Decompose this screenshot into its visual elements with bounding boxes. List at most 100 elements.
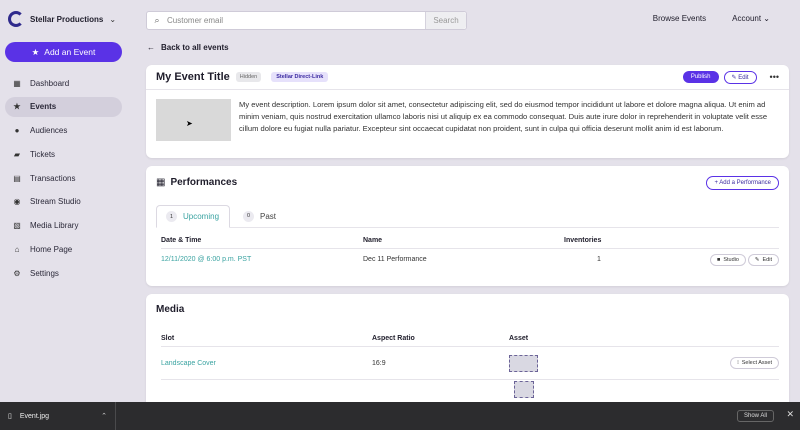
performance-name: Dec 11 Performance [363,256,427,264]
studio-button[interactable]: ■ Studio [710,253,746,266]
back-link[interactable]: ← Back to all events [147,43,229,52]
more-options-icon[interactable]: ••• [770,72,779,82]
performances-card: ▦ Performances + Add a Performance 1 Upco… [146,166,789,286]
add-event-label: Add an Event [44,47,96,57]
download-item[interactable]: ▯ Event.jpg ⌃ [0,402,116,430]
sidebar-item-label: Settings [30,268,59,278]
cursor-icon: ➤ [186,119,193,128]
sidebar-item-stream-studio[interactable]: ◉ Stream Studio [5,192,122,212]
event-body: ➤ My event description. Lorem ipsum dolo… [146,90,789,150]
sidebar-item-label: Home Page [30,245,73,255]
select-asset-button[interactable]: ⁞ Select Asset [730,357,779,369]
direct-link-badge[interactable]: Stellar Direct-Link [271,72,329,82]
sidebar-item-audiences[interactable]: ● Audiences [5,121,122,141]
gear-icon: ⚙ [13,268,21,278]
sidebar-item-events[interactable]: ★ Events [5,96,122,117]
star-icon: ★ [13,102,21,112]
publish-button[interactable]: Publish [682,71,719,83]
close-icon[interactable]: ✕ [786,409,794,420]
event-title: My Event Title [156,71,230,83]
sidebar-item-label: Dashboard [30,78,70,88]
event-actions: Publish ✎ Edit ••• [682,70,779,84]
video-icon: ■ [717,256,721,263]
add-performance-button[interactable]: + Add a Performance [706,175,779,190]
column-header-name: Name [363,237,383,244]
performances-table: Date & Time Name Inventories 12/11/2020 … [161,233,779,271]
hidden-badge: Hidden [235,72,262,82]
media-ratio: 16:9 [372,359,386,367]
table-header-row: Slot Aspect Ratio Asset [161,331,779,347]
column-header-ratio: Aspect Ratio [372,335,415,342]
back-label: Back to all events [161,43,229,52]
top-bar: Stellar Productions ⌄ ⌕ Search Browse Ev… [0,0,800,40]
performance-tabs: 1 Upcoming 0 Past [156,205,779,228]
account-label: Account [732,14,762,23]
org-switcher[interactable]: Stellar Productions ⌄ [8,11,116,27]
account-menu[interactable]: Account ⌄ [732,14,770,23]
media-header: Media [146,294,789,325]
browse-events-link[interactable]: Browse Events [653,14,706,23]
sidebar-item-label: Audiences [30,126,68,136]
media-table: Slot Aspect Ratio Asset Landscape Cover … [161,331,779,400]
column-header-actions [640,233,779,249]
edit-event-button[interactable]: ✎ Edit [723,70,757,84]
search-button[interactable]: Search [425,12,466,29]
event-image[interactable]: ➤ [156,99,231,141]
tab-count: 1 [166,211,177,222]
grid-icon: ⁞ [737,360,739,366]
table-row: Landscape Cover 16:9 ⁞ Select Asset [161,347,779,380]
sidebar-item-media-library[interactable]: ▧ Media Library [5,216,122,236]
media-icon: ▧ [13,221,21,231]
row-actions: ⁞ Select Asset [610,347,779,380]
arrow-left-icon: ← [147,43,155,52]
sidebar-item-dashboard[interactable]: ▦ Dashboard [5,73,122,93]
users-icon: ● [14,126,20,136]
org-name: Stellar Productions [30,14,104,24]
sidebar-item-label: Transactions [30,173,76,183]
performances-header: ▦ Performances + Add a Performance [146,166,789,199]
edit-label: Edit [762,256,772,263]
top-nav: Browse Events Account ⌄ [653,14,770,23]
tab-past[interactable]: 0 Past [234,205,286,227]
sidebar-item-label: Stream Studio [30,197,81,207]
search-bar: ⌕ Search [146,11,467,30]
asset-placeholder[interactable] [514,381,534,399]
table-row [161,380,779,400]
tab-label: Upcoming [183,212,220,221]
media-slot-link[interactable]: Landscape Cover [161,347,372,380]
sidebar-item-label: Media Library [30,221,79,231]
media-asset-cell [509,347,610,380]
performance-date-link[interactable]: 12/11/2020 @ 6:00 p.m. PST [161,249,363,271]
media-asset-cell [509,380,610,400]
media-card: Media Slot Aspect Ratio Asset Landscape … [146,294,789,414]
event-card: My Event Title Hidden Stellar Direct-Lin… [146,65,789,158]
sidebar-item-home-page[interactable]: ⌂ Home Page [5,240,122,260]
download-filename: Event.jpg [19,412,50,420]
media-slot-link[interactable] [161,380,372,400]
column-header-slot: Slot [161,335,175,342]
chevron-up-icon[interactable]: ⌃ [101,412,107,420]
chevron-down-icon: ⌄ [109,14,117,24]
sidebar-item-settings[interactable]: ⚙ Settings [5,263,122,283]
sidebar-item-transactions[interactable]: ▤ Transactions [5,168,122,188]
sidebar-item-label: Events [30,102,57,112]
dashboard-icon: ▦ [13,78,21,88]
column-header-inventories: Inventories [564,237,602,244]
stream-icon: ◉ [13,197,21,207]
performances-title: Performances [170,177,238,188]
show-all-button[interactable]: Show All [736,410,774,422]
table-header-row: Date & Time Name Inventories [161,233,779,249]
event-description: My event description. Lorem ipsum dolor … [239,100,768,133]
tab-count: 0 [243,210,255,222]
search-input[interactable] [167,16,425,25]
edit-performance-button[interactable]: ✎ Edit [747,253,779,266]
edit-label: Edit [738,74,749,81]
tab-upcoming[interactable]: 1 Upcoming [156,205,231,228]
star-icon: ★ [31,46,40,57]
pencil-icon: ✎ [731,74,737,81]
add-event-button[interactable]: ★ Add an Event [5,42,122,62]
ticket-icon: ▰ [13,149,21,159]
sidebar-item-tickets[interactable]: ▰ Tickets [5,144,122,164]
performance-inventories: 1 [597,256,601,264]
asset-placeholder[interactable] [509,354,538,372]
